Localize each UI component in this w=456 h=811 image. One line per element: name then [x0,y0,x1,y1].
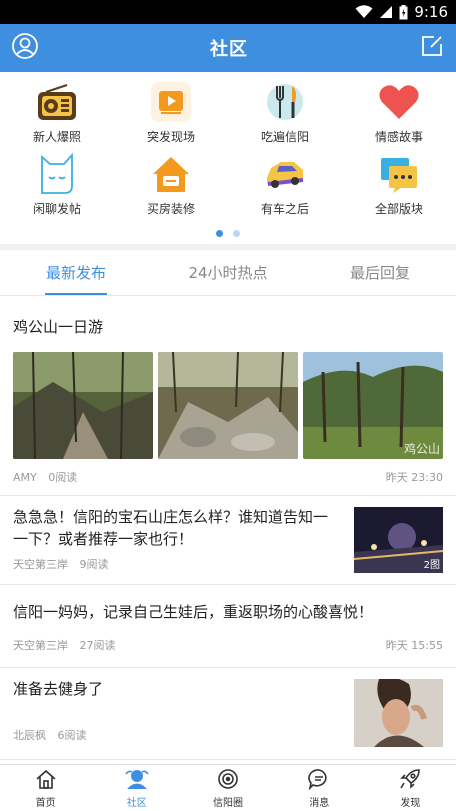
post-item[interactable]: 急急急！信阳的宝石山庄怎么样？谁知道告知一一下？或者推荐一家也行！ 天空第三岸 … [0,496,456,585]
nav-xinyang-circle[interactable]: 信阳圈 [182,765,273,811]
post-thumbnail[interactable]: 2图 [354,507,443,573]
category-label: 突发现场 [146,130,195,144]
message-icon [308,768,330,794]
post-item[interactable]: 信阳一妈妈，记录自己生娃后，重返职场的心酸喜悦！ 天空第三岸 27阅读 昨天 1… [0,585,456,668]
nav-messages[interactable]: 消息 [274,765,365,811]
post-title: 鸡公山一日游 [13,318,104,336]
tab-latest[interactable]: 最新发布 [0,250,152,295]
grid-pager [0,224,456,242]
car-icon [263,152,307,196]
pager-dot-active[interactable] [216,229,223,237]
user-circle-icon[interactable] [12,33,38,63]
post-reads: 27阅读 [79,639,116,652]
post-author: 天空第三岸 [13,639,68,652]
category-label: 全部版块 [374,202,423,216]
nav-label: 信阳圈 [213,797,243,809]
post-reads: 0阅读 [48,471,78,484]
category-label: 有车之后 [260,202,309,216]
radio-icon [35,80,79,124]
post-thumbnail[interactable] [354,679,443,747]
category-label: 吃遍信阳 [260,130,309,144]
feed-tabs: 最新发布 24小时热点 最后回复 [0,250,456,296]
nav-home[interactable]: 首页 [0,765,91,811]
cat-chat-icon [35,152,79,196]
signal-icon [379,5,393,19]
post-image-strip: 鸡公山 [13,352,443,459]
circle-icon [217,768,239,794]
status-bar: 9:16 [0,0,456,24]
post-meta: 天空第三岸 27阅读 昨天 15:55 [13,637,443,653]
community-icon [125,768,149,794]
post-title: 急急急！信阳的宝石山庄怎么样？谁知道告知一一下？或者推荐一家也行！ [13,508,329,548]
post-author: AMY [13,471,37,484]
category-item-love-story[interactable]: 情感故事 [342,80,456,152]
category-item-food[interactable]: 吃遍信阳 [228,80,342,152]
category-label: 闲聊发帖 [32,202,81,216]
category-grid: 新人爆照 突发现场 吃遍信阳 情感故事 闲聊发帖 买房装修 有车之后 全部版块 [0,72,456,224]
page-title: 社区 [210,39,248,60]
nav-community[interactable]: 社区 [91,765,182,811]
category-item-chat[interactable]: 闲聊发帖 [0,152,114,224]
category-item-breaking-scene[interactable]: 突发现场 [114,80,228,152]
post-reads: 9阅读 [79,558,109,571]
nav-label: 首页 [35,797,56,809]
post-meta: 北辰枫 6阅读 [13,727,103,743]
post-item[interactable]: 准备去健身了 北辰枫 6阅读 [0,668,456,760]
tab-last-reply[interactable]: 最后回复 [304,250,456,295]
video-play-icon [149,80,193,124]
app-header: 社区 [0,24,456,72]
category-label: 买房装修 [146,202,195,216]
post-reads: 6阅读 [57,729,87,742]
house-icon [149,152,193,196]
heart-icon [377,80,421,124]
post-author: 北辰枫 [13,729,46,742]
status-time: 9:16 [414,3,448,21]
post-meta: AMY 0阅读 昨天 23:30 [13,469,443,485]
post-image[interactable] [158,352,298,459]
category-item-house[interactable]: 买房装修 [114,152,228,224]
post-title: 准备去健身了 [13,680,104,698]
home-icon [35,768,57,794]
post-author: 天空第三岸 [13,558,68,571]
image-count-badge: 2图 [423,560,440,571]
wifi-icon [355,5,373,19]
post-time: 昨天 23:30 [385,471,443,484]
category-label: 情感故事 [374,130,423,144]
nav-label: 发现 [400,797,421,809]
nav-label: 消息 [309,797,330,809]
nav-discover[interactable]: 发现 [365,765,456,811]
tab-24h-hot[interactable]: 24小时热点 [152,250,304,295]
post-image[interactable]: 鸡公山 [303,352,443,459]
post-item[interactable]: 鸡公山一日游 鸡公山 AMY 0阅读 昨天 23:30 [0,296,456,496]
compose-icon[interactable] [420,34,444,62]
post-time: 昨天 15:55 [385,639,443,652]
fork-knife-icon [263,80,307,124]
category-item-all-boards[interactable]: 全部版块 [342,152,456,224]
category-item-new-photos[interactable]: 新人爆照 [0,80,114,152]
bottom-nav: 首页 社区 信阳圈 消息 发现 [0,764,456,811]
pager-dot[interactable] [233,229,240,237]
post-title: 信阳一妈妈，记录自己生娃后，重返职场的心酸喜悦！ [13,603,374,621]
nav-label: 社区 [126,797,147,809]
rocket-icon [399,768,421,794]
chat-bubbles-icon [377,152,421,196]
post-meta: 天空第三岸 9阅读 [13,556,338,572]
category-label: 新人爆照 [32,130,81,144]
category-item-car[interactable]: 有车之后 [228,152,342,224]
battery-icon [399,4,408,20]
image-watermark: 鸡公山 [403,442,440,456]
post-image[interactable] [13,352,153,459]
